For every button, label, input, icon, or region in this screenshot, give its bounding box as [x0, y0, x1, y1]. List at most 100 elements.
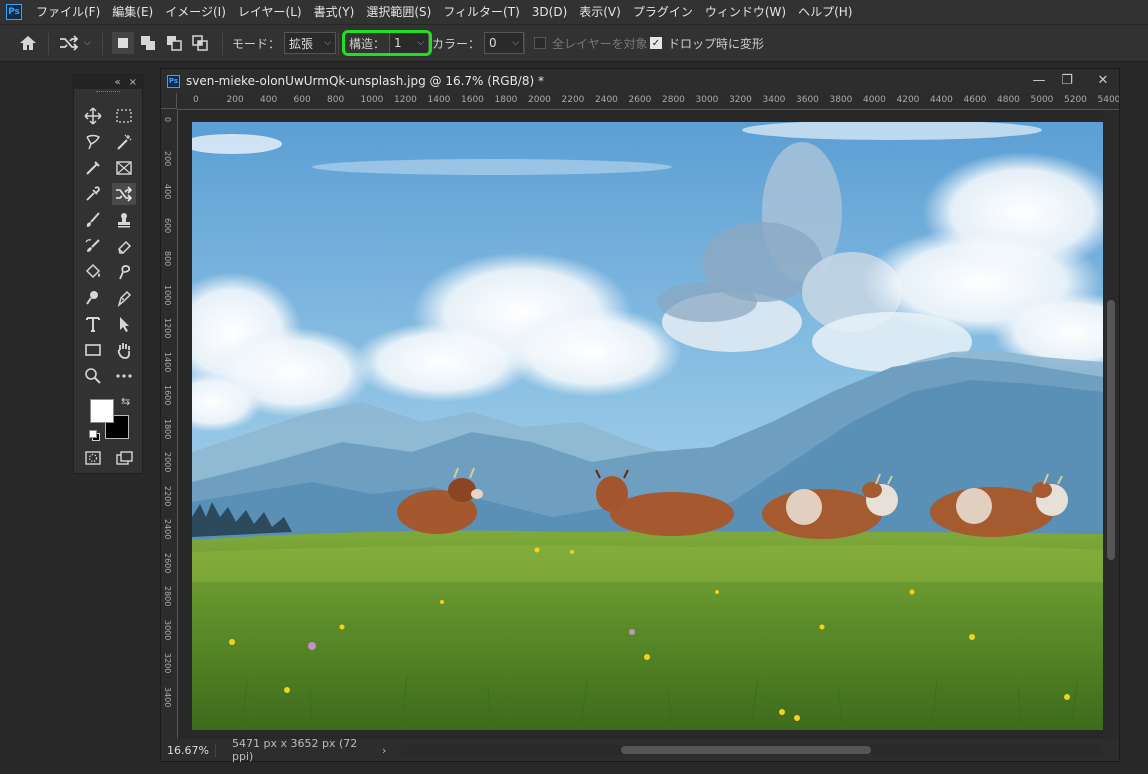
- menu-filter[interactable]: フィルター(T): [437, 0, 525, 24]
- type-tool[interactable]: [81, 313, 105, 335]
- screen-mode-button[interactable]: [112, 447, 136, 469]
- menu-plugins[interactable]: プラグイン: [627, 0, 699, 24]
- eraser-tool[interactable]: [112, 235, 136, 257]
- menu-image[interactable]: イメージ(I): [159, 0, 232, 24]
- panel-grip[interactable]: [96, 91, 120, 98]
- menu-window[interactable]: ウィンドウ(W): [699, 0, 792, 24]
- ruler-label: 1400: [427, 95, 451, 105]
- ruler-label: 600: [163, 217, 172, 233]
- magic-wand-tool[interactable]: [112, 131, 136, 153]
- rectangle-icon: [85, 344, 101, 356]
- horizontal-ruler[interactable]: 0 200 400 600 800 1000 1200 1400 1600 1800 2000 220…: [177, 93, 1119, 110]
- marquee-tool[interactable]: [112, 105, 136, 127]
- document-title: sven-mieke-olonUwUrmQk-unsplash.jpg @ 16…: [186, 74, 544, 88]
- photoshop-file-icon: Ps: [167, 74, 180, 88]
- ruler-label: 1400: [163, 351, 172, 372]
- zoom-level[interactable]: 16.67%: [161, 743, 216, 757]
- close-panel-button[interactable]: ×: [129, 77, 137, 88]
- menu-file[interactable]: ファイル(F): [30, 0, 106, 24]
- menu-3d[interactable]: 3D(D): [526, 0, 573, 24]
- subtract-selection-icon: [167, 36, 182, 51]
- lasso-tool[interactable]: [81, 131, 105, 153]
- more-tools-button[interactable]: [112, 365, 136, 387]
- selection-add-button[interactable]: [138, 31, 158, 55]
- move-tool[interactable]: [81, 105, 105, 127]
- quick-mask-button[interactable]: [81, 447, 105, 469]
- ruler-label: 4000: [863, 95, 886, 105]
- tools-panel-header: « ×: [74, 75, 142, 89]
- rectangle-tool[interactable]: [81, 339, 105, 361]
- dodge-tool[interactable]: [81, 287, 105, 309]
- canvas-image[interactable]: [192, 122, 1103, 730]
- tool-preset-picker[interactable]: ⌵: [58, 31, 91, 55]
- move-icon: [84, 107, 102, 125]
- ruler-label: 2000: [163, 452, 172, 473]
- clone-stamp-tool[interactable]: [112, 209, 136, 231]
- crop-tool[interactable]: [81, 157, 105, 179]
- collapse-panel-button[interactable]: «: [114, 77, 120, 88]
- chevron-right-icon[interactable]: ›: [382, 744, 402, 757]
- path-selection-tool[interactable]: [112, 313, 136, 335]
- ruler-label: 1200: [394, 95, 417, 105]
- document-window: Ps sven-mieke-olonUwUrmQk-unsplash.jpg @…: [160, 68, 1120, 763]
- ruler-label: 800: [327, 95, 345, 105]
- menu-type[interactable]: 書式(Y): [308, 0, 361, 24]
- transform-on-drop-checkbox[interactable]: ✓: [650, 37, 662, 49]
- mode-label: モード：: [232, 36, 281, 51]
- transform-on-drop-toggle[interactable]: ✓ ドロップ時に変形: [650, 31, 764, 55]
- eraser-icon: [118, 240, 132, 254]
- selection-intersect-button[interactable]: [190, 31, 210, 55]
- ruler-label: 3000: [695, 95, 719, 105]
- ruler-label: 3200: [163, 653, 172, 674]
- selection-new-button[interactable]: [112, 31, 134, 55]
- ruler-label: 2200: [163, 485, 172, 506]
- transform-on-drop-label: ドロップ時に変形: [668, 36, 765, 51]
- selection-subtract-button[interactable]: [164, 31, 184, 55]
- zoom-tool[interactable]: [81, 365, 105, 387]
- horizontal-scroll-thumb[interactable]: [621, 746, 871, 754]
- menu-select[interactable]: 選択範囲(S): [360, 0, 437, 24]
- brush-tool[interactable]: [81, 209, 105, 231]
- foreground-color-swatch[interactable]: [90, 399, 114, 423]
- frame-tool[interactable]: [112, 157, 136, 179]
- pen-icon: [117, 290, 132, 307]
- eyedropper-tool[interactable]: [81, 183, 105, 205]
- menu-edit[interactable]: 編集(E): [106, 0, 159, 24]
- close-button[interactable]: ✕: [1085, 69, 1121, 91]
- ruler-label: 0: [193, 95, 199, 105]
- color-dropdown[interactable]: 0 ⌵: [484, 32, 525, 54]
- mode-value: 拡張: [289, 36, 314, 51]
- hand-tool[interactable]: [112, 339, 136, 361]
- mode-dropdown[interactable]: 拡張 ⌵: [284, 32, 337, 54]
- swap-colors-icon[interactable]: ⇆: [121, 395, 130, 408]
- all-layers-checkbox[interactable]: [534, 37, 546, 49]
- menu-view[interactable]: 表示(V): [573, 0, 627, 24]
- smudge-tool[interactable]: [112, 261, 136, 283]
- stamp-icon: [118, 213, 130, 228]
- all-layers-toggle[interactable]: 全レイヤーを対象: [534, 31, 648, 55]
- paint-bucket-tool[interactable]: [81, 261, 105, 283]
- history-brush-tool[interactable]: [81, 235, 105, 257]
- canvas-area[interactable]: [178, 110, 1103, 739]
- photo-landscape: [192, 122, 1103, 730]
- ruler-label: 2400: [163, 519, 172, 540]
- ruler-origin[interactable]: [161, 93, 177, 109]
- document-tab[interactable]: Ps sven-mieke-olonUwUrmQk-unsplash.jpg @…: [161, 69, 1119, 93]
- ruler-label: 1000: [360, 95, 384, 105]
- menu-layer[interactable]: レイヤー(L): [232, 0, 308, 24]
- home-button[interactable]: [18, 31, 38, 55]
- ruler-label: 4200: [896, 95, 920, 105]
- menu-help[interactable]: ヘルプ(H): [792, 0, 858, 24]
- vertical-scroll-thumb[interactable]: [1107, 300, 1115, 560]
- restore-button[interactable]: ❐: [1049, 69, 1085, 91]
- horizontal-scrollbar[interactable]: [401, 745, 1101, 755]
- vertical-ruler[interactable]: 0 200 400 600 800 1000 1200 1400 1600 1800 2000 220…: [161, 109, 178, 739]
- home-icon: [20, 36, 36, 50]
- pen-tool[interactable]: [112, 287, 136, 309]
- default-colors-icon[interactable]: [89, 430, 100, 441]
- content-aware-move-tool[interactable]: [112, 183, 136, 205]
- vertical-scrollbar[interactable]: [1103, 110, 1119, 739]
- ruler-label: 2000: [528, 95, 551, 105]
- ruler-label: 2600: [163, 552, 172, 573]
- ruler-label: 600: [293, 95, 311, 105]
